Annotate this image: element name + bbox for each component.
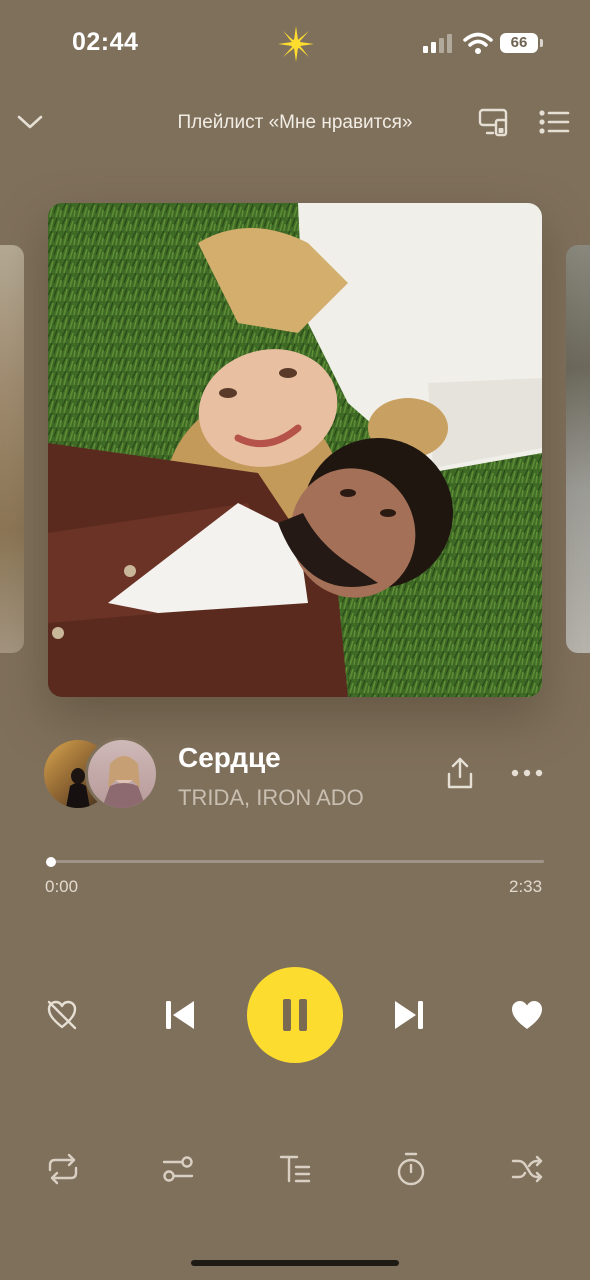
progress-track[interactable] [50,860,544,863]
cellular-signal-icon [423,34,452,53]
progress-thumb[interactable] [46,857,56,867]
repeat-icon [48,1153,78,1185]
more-icon [511,769,543,777]
heart-filled-icon [512,1001,542,1029]
battery-indicator: 66 [500,33,543,53]
queue-list-icon [539,110,570,134]
share-icon [447,757,473,789]
sun-icon [278,26,314,62]
next-button[interactable] [389,995,429,1035]
more-options-button[interactable] [507,753,547,793]
sleep-timer-button[interactable] [391,1149,431,1189]
track-artists[interactable]: TRIDA, IRON ADO [178,785,364,811]
next-icon [395,1001,423,1029]
device-output-icon [478,108,508,137]
pause-button[interactable] [247,967,343,1063]
shuffle-button[interactable] [507,1149,547,1189]
queue-button[interactable] [534,102,574,142]
total-time: 2:33 [509,877,543,896]
home-indicator[interactable] [191,1260,399,1266]
dislike-icon [47,1000,77,1030]
dislike-button[interactable] [42,995,82,1035]
next-track-cover[interactable] [566,245,590,653]
cover-artwork [48,203,542,697]
shuffle-icon [511,1155,543,1183]
repeat-button[interactable] [43,1149,83,1189]
lyrics-button[interactable] [275,1149,315,1189]
share-button[interactable] [440,753,480,793]
equalizer-button[interactable] [158,1149,198,1189]
lyrics-icon [279,1155,311,1183]
wifi-icon [463,32,493,54]
equalizer-icon [162,1156,194,1182]
previous-track-cover[interactable] [0,245,24,653]
artist-photo [102,756,146,808]
status-time: 02:44 [72,28,139,56]
artist-avatar-iron-ado[interactable] [85,737,159,811]
previous-button[interactable] [160,995,200,1035]
device-output-button[interactable] [474,102,514,142]
like-button[interactable] [507,995,547,1035]
album-cover[interactable] [48,203,542,697]
pause-icon [283,999,307,1031]
track-title[interactable]: Сердце [178,742,281,774]
previous-icon [166,1001,194,1029]
sleep-timer-icon [397,1152,425,1186]
current-time: 0:00 [45,877,79,896]
